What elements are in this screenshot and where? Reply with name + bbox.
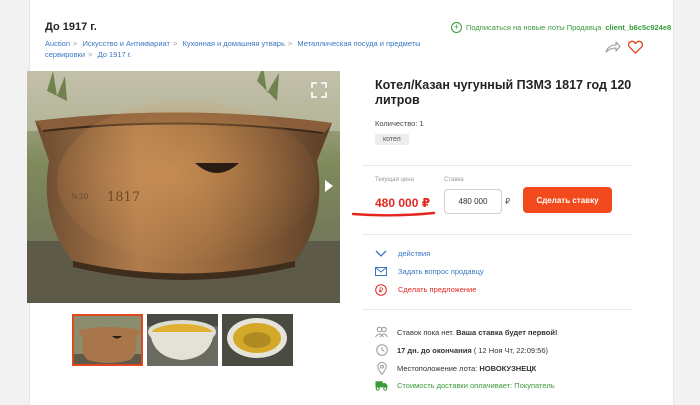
divider — [362, 234, 632, 235]
subscribe-text: Подписаться на новые лоты Продавца — [466, 23, 602, 32]
actions-label: действия — [398, 249, 431, 258]
people-icon — [375, 326, 388, 339]
ask-seller-label: Задать вопрос продавцу — [398, 267, 484, 276]
envelope-icon — [375, 266, 387, 278]
location-pin-icon — [375, 361, 388, 375]
ruble-circle-icon: ₽ — [375, 283, 387, 296]
svg-text:1817: 1817 — [107, 190, 140, 205]
bid-currency: ₽ — [505, 197, 511, 206]
share-icon[interactable] — [605, 40, 621, 54]
make-offer-label: Сделать предложение — [398, 285, 477, 294]
bid-input[interactable]: 480 000 — [444, 189, 502, 214]
thumbnail-image — [147, 314, 218, 366]
chevron-down-icon — [375, 248, 387, 260]
delivery-payer[interactable]: Стоимость доставки оплачивает: Покупател… — [375, 378, 555, 392]
lot-tag[interactable]: котел — [375, 134, 409, 145]
breadcrumb-link[interactable]: Auction — [45, 39, 70, 48]
page-title: До 1917 г. — [45, 21, 97, 33]
bid-label: Ставка — [444, 177, 464, 183]
actions-toggle[interactable]: действия — [375, 247, 430, 260]
subscribe-link[interactable]: + Подписаться на новые лоты Продавца cli… — [451, 22, 671, 33]
svg-text:₽: ₽ — [379, 286, 384, 294]
time-remaining: 17 дн. до окончания ( 12 Ноя Чт, 22:09:5… — [375, 343, 548, 357]
breadcrumb: Auction > Искусство и Антиквариат > Кухонн… — [45, 39, 421, 59]
clock-icon — [375, 344, 388, 357]
lot-location: Местоположение лота: НОВОКУЗНЕЦК — [375, 361, 536, 375]
current-price: 480 000 ₽ — [375, 196, 431, 210]
seller-name[interactable]: client_b6c5c924e8 — [605, 23, 671, 32]
thumbnail[interactable] — [147, 314, 218, 366]
thumbnail-image — [74, 316, 141, 364]
price-underline — [351, 211, 436, 217]
breadcrumb-link[interactable]: Кухонная и домашняя утварь — [182, 39, 284, 48]
current-price-label: Текущая цена — [375, 177, 414, 183]
heart-icon[interactable] — [628, 40, 643, 54]
next-arrow-icon[interactable] — [324, 179, 334, 193]
divider — [362, 309, 632, 310]
bids-status: Ставок пока нет. Ваша ставка будет перво… — [375, 325, 557, 339]
breadcrumb-link[interactable]: До 1917 г. — [98, 50, 132, 59]
main-photo[interactable]: 1817 №20 — [27, 71, 340, 303]
make-offer-link[interactable]: ₽ Сделать предложение — [375, 283, 476, 296]
truck-icon — [375, 379, 388, 392]
plus-circle-icon: + — [451, 22, 462, 33]
place-bid-button[interactable]: Сделать ставку — [523, 187, 612, 213]
expand-icon[interactable] — [310, 81, 328, 99]
breadcrumb-link[interactable]: Искусство и Антиквариат — [83, 39, 170, 48]
quantity: Количество: 1 — [375, 119, 424, 128]
thumbnail-image — [222, 314, 293, 366]
ask-seller-link[interactable]: Задать вопрос продавцу — [375, 265, 484, 278]
svg-text:№20: №20 — [71, 192, 89, 201]
thumbnail[interactable] — [72, 314, 143, 366]
cauldron-photo: 1817 №20 — [27, 71, 340, 303]
thumbnail[interactable] — [222, 314, 293, 366]
divider — [362, 165, 632, 166]
lot-title: Котел/Казан чугунный ПЗМЗ 1817 год 120 л… — [375, 78, 632, 107]
